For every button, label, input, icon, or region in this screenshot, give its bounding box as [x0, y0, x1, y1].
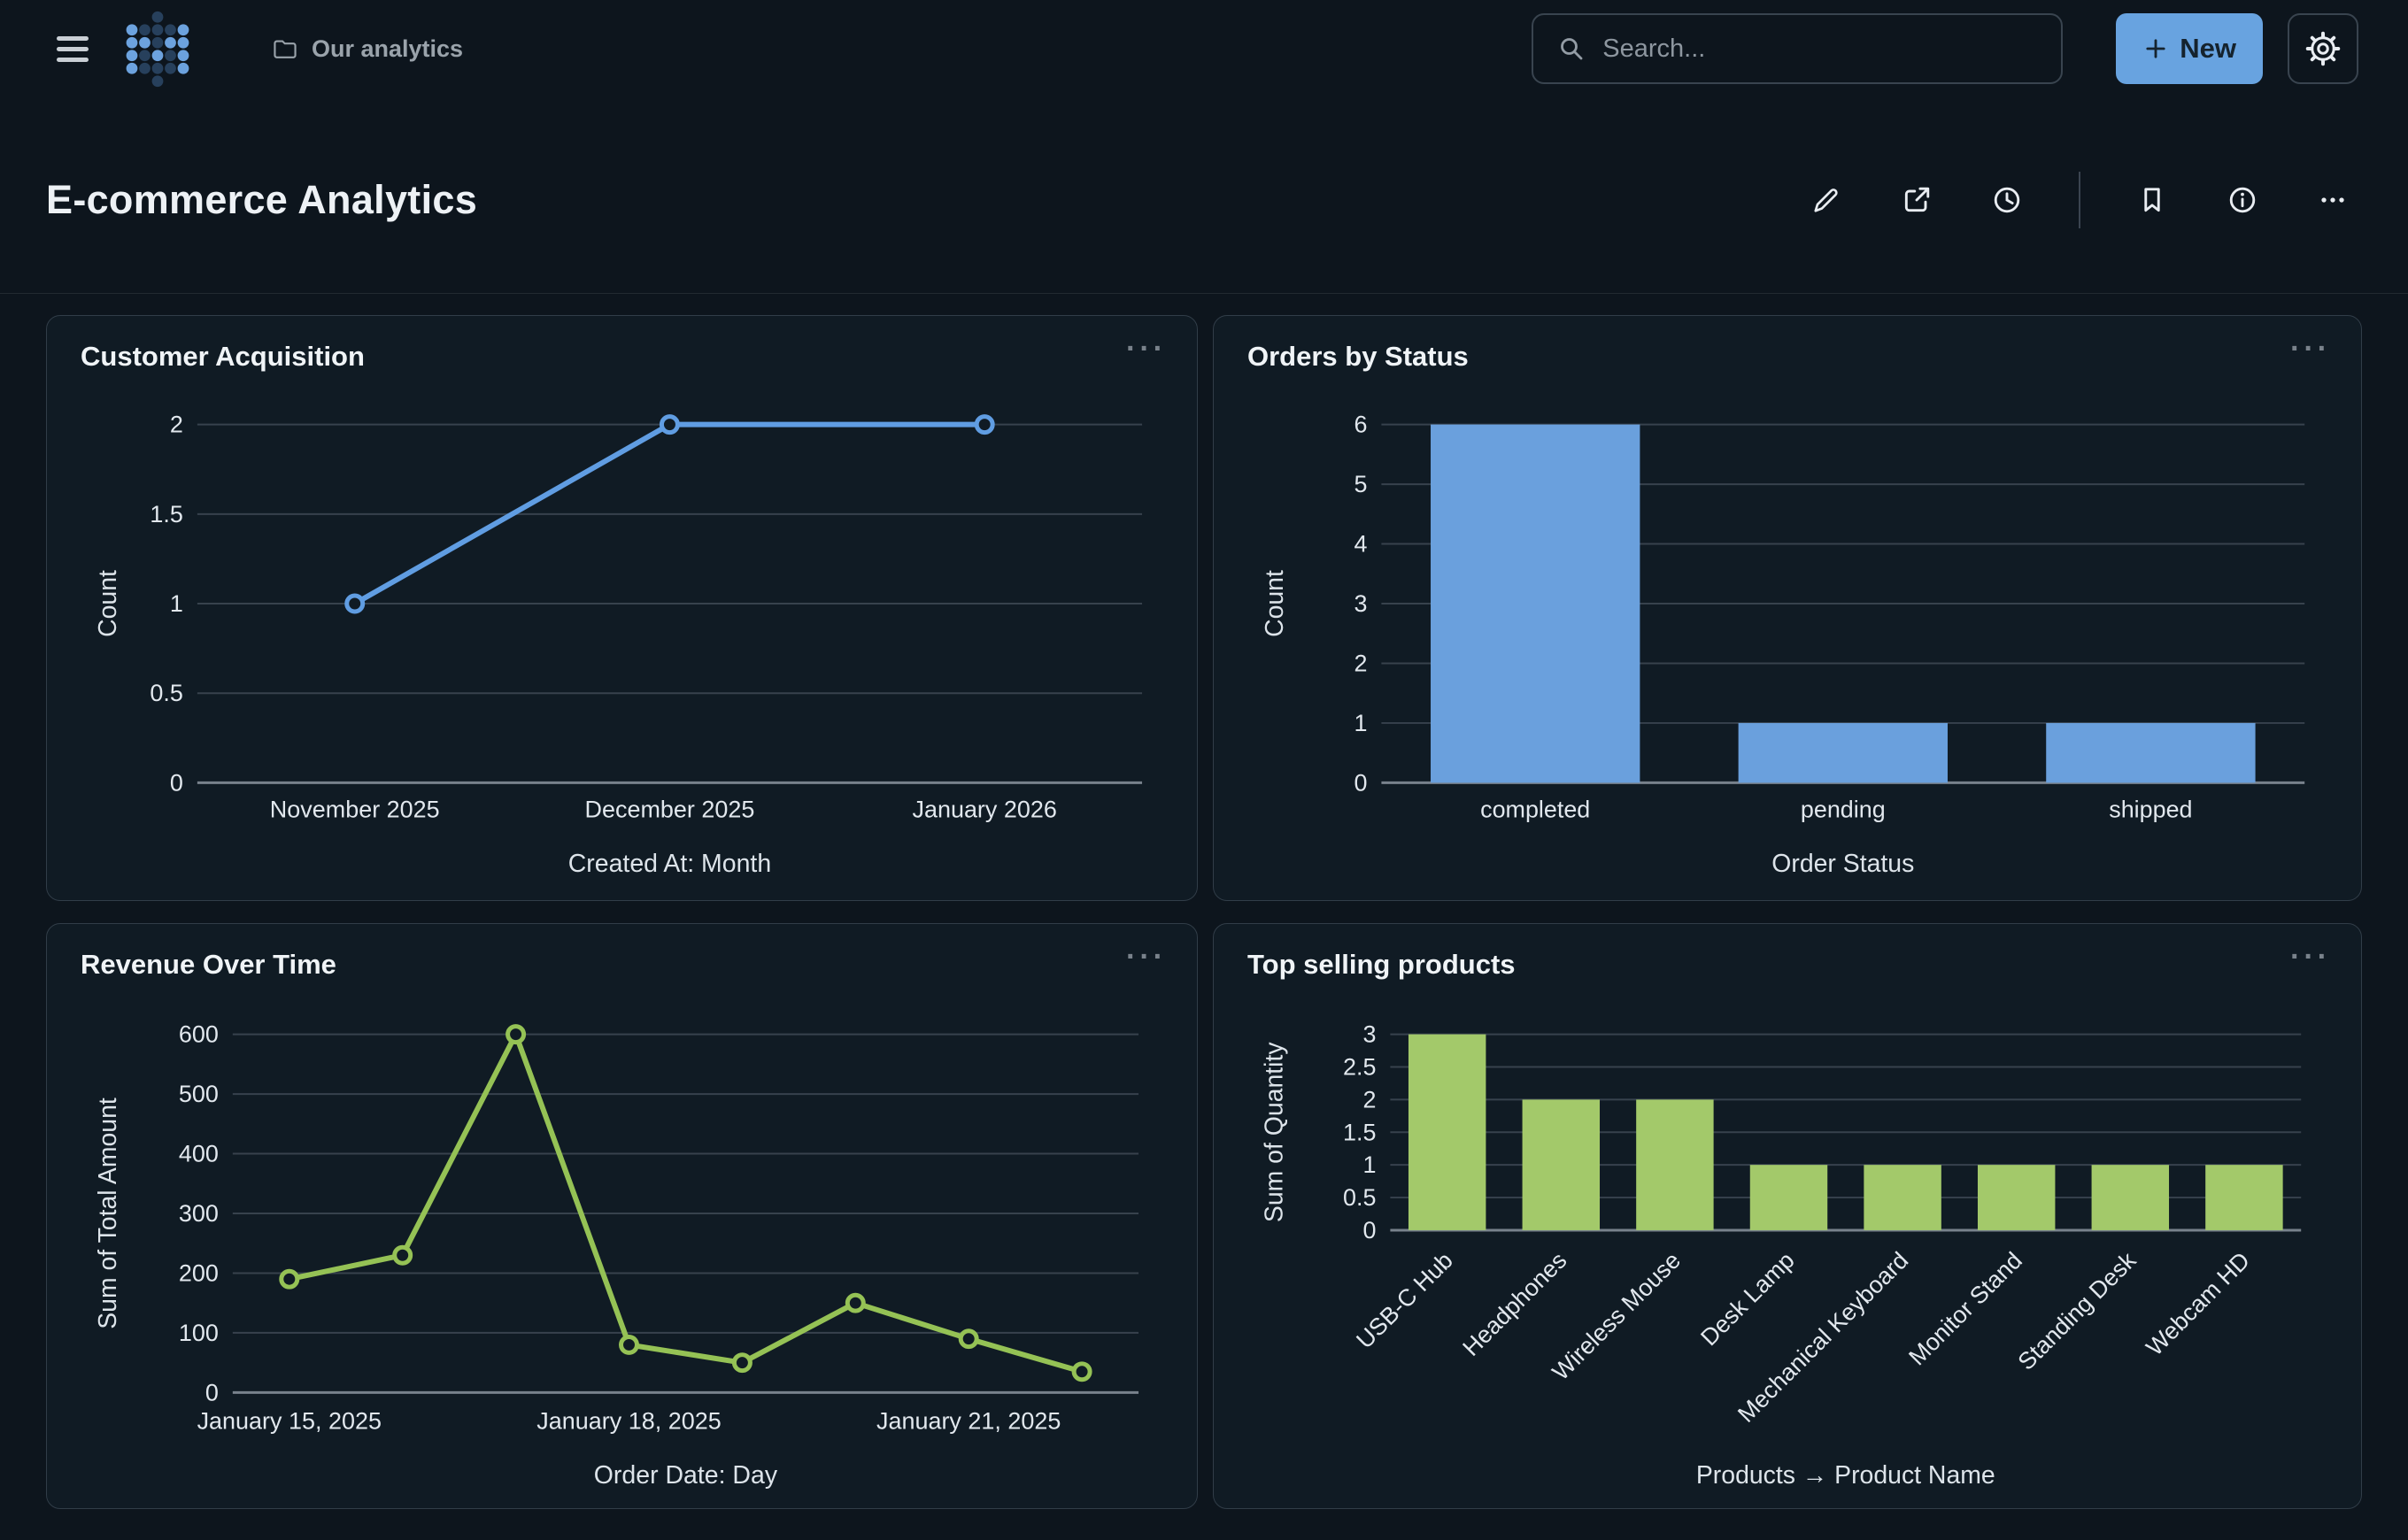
card-menu-ellipsis-icon[interactable] — [2287, 330, 2335, 367]
search-input[interactable] — [1601, 34, 2038, 65]
chart-canvas-revenue-over-time[interactable]: 0 100 200 300 400 500 600 January 15, 2025 Janua… — [47, 924, 1197, 1508]
dashboard-grid: Customer Acquisition 0 0.5 1 1.5 2 November 2… — [46, 315, 2362, 1509]
top-nav: Our analytics New — [0, 0, 2408, 97]
clock-icon[interactable] — [1988, 181, 2026, 219]
card-title[interactable]: Customer Acquisition — [81, 341, 365, 373]
chart-card-customer-acquisition: Customer Acquisition 0 0.5 1 1.5 2 November 2… — [46, 315, 1198, 901]
card-title[interactable]: Orders by Status — [1247, 341, 1469, 373]
chart-card-orders-by-status: Orders by Status 0 1 2 3 4 5 6 completed pending… — [1213, 315, 2362, 901]
svg-text:600: 600 — [179, 1021, 219, 1048]
gear-glyph — [2304, 30, 2342, 67]
svg-text:300: 300 — [179, 1200, 219, 1227]
svg-text:3: 3 — [1354, 590, 1367, 617]
svg-text:400: 400 — [179, 1141, 219, 1167]
svg-text:0.5: 0.5 — [150, 680, 182, 706]
svg-text:1: 1 — [170, 590, 183, 617]
svg-text:1.5: 1.5 — [1343, 1119, 1376, 1145]
breadcrumb-label: Our analytics — [312, 35, 463, 63]
svg-text:1: 1 — [1362, 1151, 1376, 1178]
bookmark-icon[interactable] — [2134, 181, 2171, 219]
svg-text:January 21, 2025: January 21, 2025 — [876, 1407, 1061, 1434]
svg-text:2.5: 2.5 — [1343, 1053, 1376, 1080]
search-icon — [1556, 34, 1586, 64]
svg-text:pending: pending — [1801, 796, 1886, 822]
search-box[interactable] — [1532, 13, 2063, 84]
svg-text:3: 3 — [1362, 1021, 1376, 1048]
svg-text:Monitor Stand: Monitor Stand — [1903, 1247, 2027, 1371]
dashboard-page: Our analytics New — [0, 0, 2408, 1540]
new-button-label: New — [2180, 33, 2236, 65]
svg-text:January 18, 2025: January 18, 2025 — [536, 1407, 721, 1434]
pencil-icon[interactable] — [1808, 181, 1845, 219]
svg-text:December 2025: December 2025 — [585, 796, 755, 822]
svg-text:USB-C Hub: USB-C Hub — [1351, 1247, 1458, 1354]
svg-text:Count: Count — [1261, 570, 1289, 637]
share-icon[interactable] — [1898, 181, 1935, 219]
new-button[interactable]: New — [2116, 13, 2263, 84]
card-title[interactable]: Top selling products — [1247, 949, 1516, 981]
card-menu-ellipsis-icon[interactable] — [2287, 938, 2335, 975]
gear-icon[interactable] — [2288, 13, 2358, 84]
svg-text:2: 2 — [170, 412, 183, 438]
chart-card-revenue-over-time: Revenue Over Time 0 100 200 300 400 500 600 Jan… — [46, 923, 1198, 1509]
ellipsis-icon[interactable] — [2314, 181, 2351, 219]
chart-canvas-orders-by-status[interactable]: 0 1 2 3 4 5 6 completed pending shipped Order Stat… — [1214, 316, 2361, 900]
svg-text:Count: Count — [94, 570, 122, 637]
svg-text:Order Date: Day: Order Date: Day — [594, 1461, 778, 1490]
svg-text:6: 6 — [1354, 412, 1367, 438]
chart-canvas-customer-acquisition[interactable]: 0 0.5 1 1.5 2 November 2025 December 2025 Janua… — [47, 316, 1197, 900]
dashboard-actions — [1808, 172, 2351, 228]
svg-text:Webcam HD: Webcam HD — [2141, 1247, 2255, 1361]
card-menu-ellipsis-icon[interactable] — [1123, 330, 1170, 367]
actions-divider — [2079, 172, 2080, 228]
svg-text:November 2025: November 2025 — [270, 796, 440, 822]
card-title[interactable]: Revenue Over Time — [81, 949, 336, 981]
svg-text:0: 0 — [1362, 1217, 1376, 1244]
svg-text:200: 200 — [179, 1259, 219, 1286]
svg-text:Headphones: Headphones — [1457, 1247, 1571, 1361]
svg-text:Created At: Month: Created At: Month — [568, 850, 771, 878]
svg-text:0.5: 0.5 — [1343, 1184, 1376, 1211]
svg-text:5: 5 — [1354, 471, 1367, 497]
svg-text:Standing Desk: Standing Desk — [2013, 1246, 2142, 1374]
svg-text:0: 0 — [170, 769, 183, 796]
svg-text:1.5: 1.5 — [150, 501, 182, 527]
svg-text:0: 0 — [1354, 769, 1367, 796]
svg-text:1: 1 — [1354, 710, 1367, 736]
svg-text:Sum of Total Amount: Sum of Total Amount — [94, 1097, 122, 1329]
svg-text:shipped: shipped — [2109, 796, 2192, 822]
svg-text:100: 100 — [179, 1320, 219, 1346]
plus-icon — [2142, 35, 2169, 62]
info-icon[interactable] — [2224, 181, 2261, 219]
svg-text:Products → Product Name: Products → Product Name — [1696, 1461, 1995, 1490]
svg-text:January 15, 2025: January 15, 2025 — [197, 1407, 382, 1434]
svg-text:500: 500 — [179, 1081, 219, 1107]
svg-text:completed: completed — [1480, 796, 1590, 822]
folder-icon — [271, 35, 299, 63]
svg-text:2: 2 — [1354, 650, 1367, 676]
card-menu-ellipsis-icon[interactable] — [1123, 938, 1170, 975]
dashboard-header: E-commerce Analytics — [0, 97, 2408, 294]
svg-text:Desk Lamp: Desk Lamp — [1695, 1247, 1799, 1351]
hamburger-icon[interactable] — [53, 31, 92, 66]
svg-text:2: 2 — [1362, 1086, 1376, 1113]
metabase-logo-dots — [126, 11, 189, 88]
svg-text:Order Status: Order Status — [1771, 850, 1914, 878]
chart-card-top-selling-products: Top selling products 0 0.5 1 1.5 2 2.5 3 USB-C … — [1213, 923, 2362, 1509]
breadcrumb[interactable]: Our analytics — [271, 35, 463, 63]
svg-text:4: 4 — [1354, 531, 1367, 558]
chart-canvas-top-selling-products[interactable]: 00.511.522.53USB-C HubHeadphonesWireless… — [1214, 924, 2361, 1508]
metabase-logo[interactable] — [126, 11, 189, 88]
svg-text:January 2026: January 2026 — [912, 796, 1056, 822]
svg-text:Sum of Quantity: Sum of Quantity — [1261, 1042, 1289, 1222]
svg-text:0: 0 — [205, 1379, 219, 1405]
page-title: E-commerce Analytics — [46, 177, 477, 223]
